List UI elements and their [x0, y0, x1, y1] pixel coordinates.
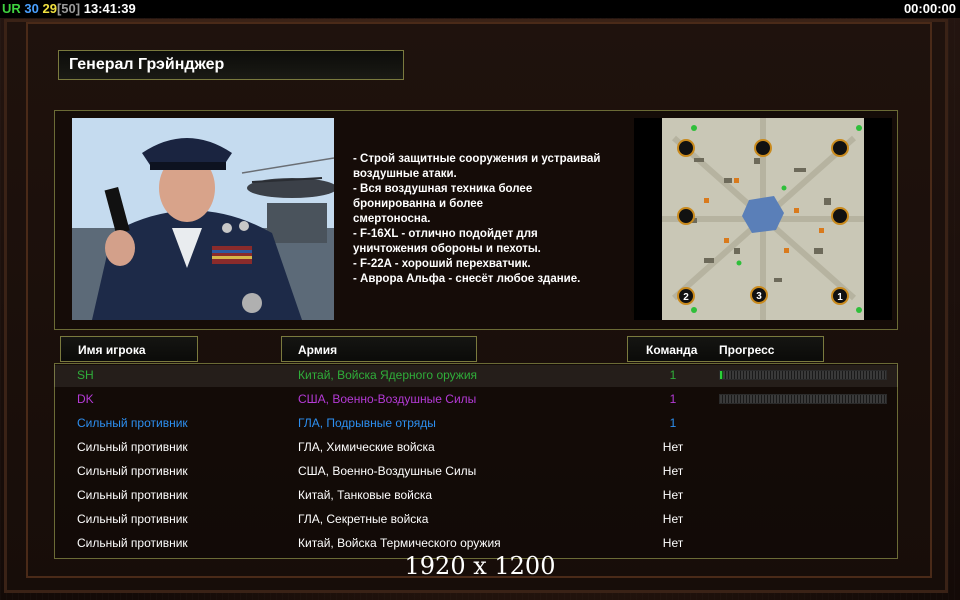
header-team-label: Команда [646, 343, 698, 357]
player-name: DK [77, 392, 94, 406]
player-team: Нет [662, 512, 684, 526]
header-progress-label: Прогресс [719, 343, 775, 357]
description-line: смертоносна. [353, 213, 431, 225]
system-clock: 13:41:39 [83, 1, 136, 16]
player-team: Нет [662, 536, 684, 550]
player-progress-bar [719, 370, 887, 380]
player-team: 1 [669, 416, 677, 430]
player-team: Нет [662, 488, 684, 502]
description-line: - F-16XL - отлично подойдет для [353, 228, 538, 240]
map-start-label: 3 [756, 291, 762, 302]
player-army: ГЛА, Секретные войска [298, 512, 429, 526]
player-name: Сильный противник [77, 440, 188, 454]
player-army: США, Военно-Воздушные Силы [298, 392, 477, 406]
general-title-box: Генерал Грэйнджер [58, 50, 404, 80]
minimap: 2 3 1 [662, 118, 864, 320]
player-team: 1 [669, 392, 677, 406]
player-row[interactable]: Сильный противник ГЛА, Подрывные отряды 1 [54, 413, 898, 435]
map-start-label: 2 [683, 292, 689, 303]
player-name: Сильный противник [77, 488, 188, 502]
general-description: - Строй защитные сооружения и устраивай … [353, 152, 623, 287]
player-row[interactable]: Сильный противник Китай, Танковые войска Н… [54, 485, 898, 507]
header-team-progress: Команда Прогресс [627, 336, 824, 362]
resolution-label: 1920 x 1200 [404, 552, 556, 580]
description-line: - Строй защитные сооружения и устраивай [353, 153, 601, 165]
player-row[interactable]: Сильный противник ГЛА, Секретные войска Не… [54, 509, 898, 531]
description-line: уничтожения обороны и пехоты. [353, 243, 541, 255]
player-team: Нет [662, 464, 684, 478]
game-timer: 00:00:00 [903, 1, 956, 16]
player-army: ГЛА, Подрывные отряды [298, 416, 436, 430]
map-preview[interactable]: 2 3 1 [634, 118, 892, 320]
logic-fps-cap: [50] [56, 1, 81, 16]
header-player-name-label: Имя игрока [78, 343, 146, 357]
player-army: США, Военно-Воздушные Силы [298, 464, 477, 478]
player-progress-bar [719, 394, 887, 404]
player-row[interactable]: SH Китай, Войска Ядерного оружия 1 [54, 365, 898, 387]
logic-fps-value: 29 [42, 1, 57, 16]
player-army: Китай, Танковые войска [298, 488, 433, 502]
description-line: - Аврора Альфа - снесёт любое здание. [353, 273, 581, 285]
player-name: Сильный противник [77, 536, 188, 550]
player-team: Нет [662, 440, 684, 454]
player-army: Китай, Войска Ядерного оружия [298, 368, 478, 382]
description-line: - F-22A - хороший перехватчик. [353, 258, 531, 270]
player-row[interactable]: DK США, Военно-Воздушные Силы 1 [54, 389, 898, 411]
player-name: Сильный противник [77, 416, 188, 430]
fps-value: 30 [24, 1, 39, 16]
description-line: воздушные атаки. [353, 168, 457, 180]
player-team: 1 [669, 368, 677, 382]
description-line: - Вся воздушная техника более [353, 183, 533, 195]
player-name: SH [77, 368, 94, 382]
fps-counter: UR 30 29[50] 13:41:39 [2, 1, 136, 16]
header-army-label: Армия [298, 343, 338, 357]
player-name: Сильный противник [77, 512, 188, 526]
player-army: Китай, Войска Термического оружия [298, 536, 501, 550]
ur-label: UR [2, 1, 21, 16]
player-name: Сильный противник [77, 464, 188, 478]
general-portrait [72, 118, 334, 320]
header-army: Армия [281, 336, 477, 362]
player-row[interactable]: Сильный противник ГЛА, Химические войска Н… [54, 437, 898, 459]
progress-fill [720, 371, 724, 379]
description-line: бронированна и более [353, 198, 484, 210]
player-row[interactable]: Сильный противник США, Военно-Воздушные С… [54, 461, 898, 483]
header-player-name: Имя игрока [60, 336, 198, 362]
general-name: Генерал Грэйнджер [69, 56, 225, 73]
map-start-label: 1 [837, 292, 843, 303]
top-status-bar: UR 30 29[50] 13:41:39 00:00:00 [0, 0, 960, 18]
portrait-image [72, 118, 334, 320]
player-army: ГЛА, Химические войска [298, 440, 435, 454]
